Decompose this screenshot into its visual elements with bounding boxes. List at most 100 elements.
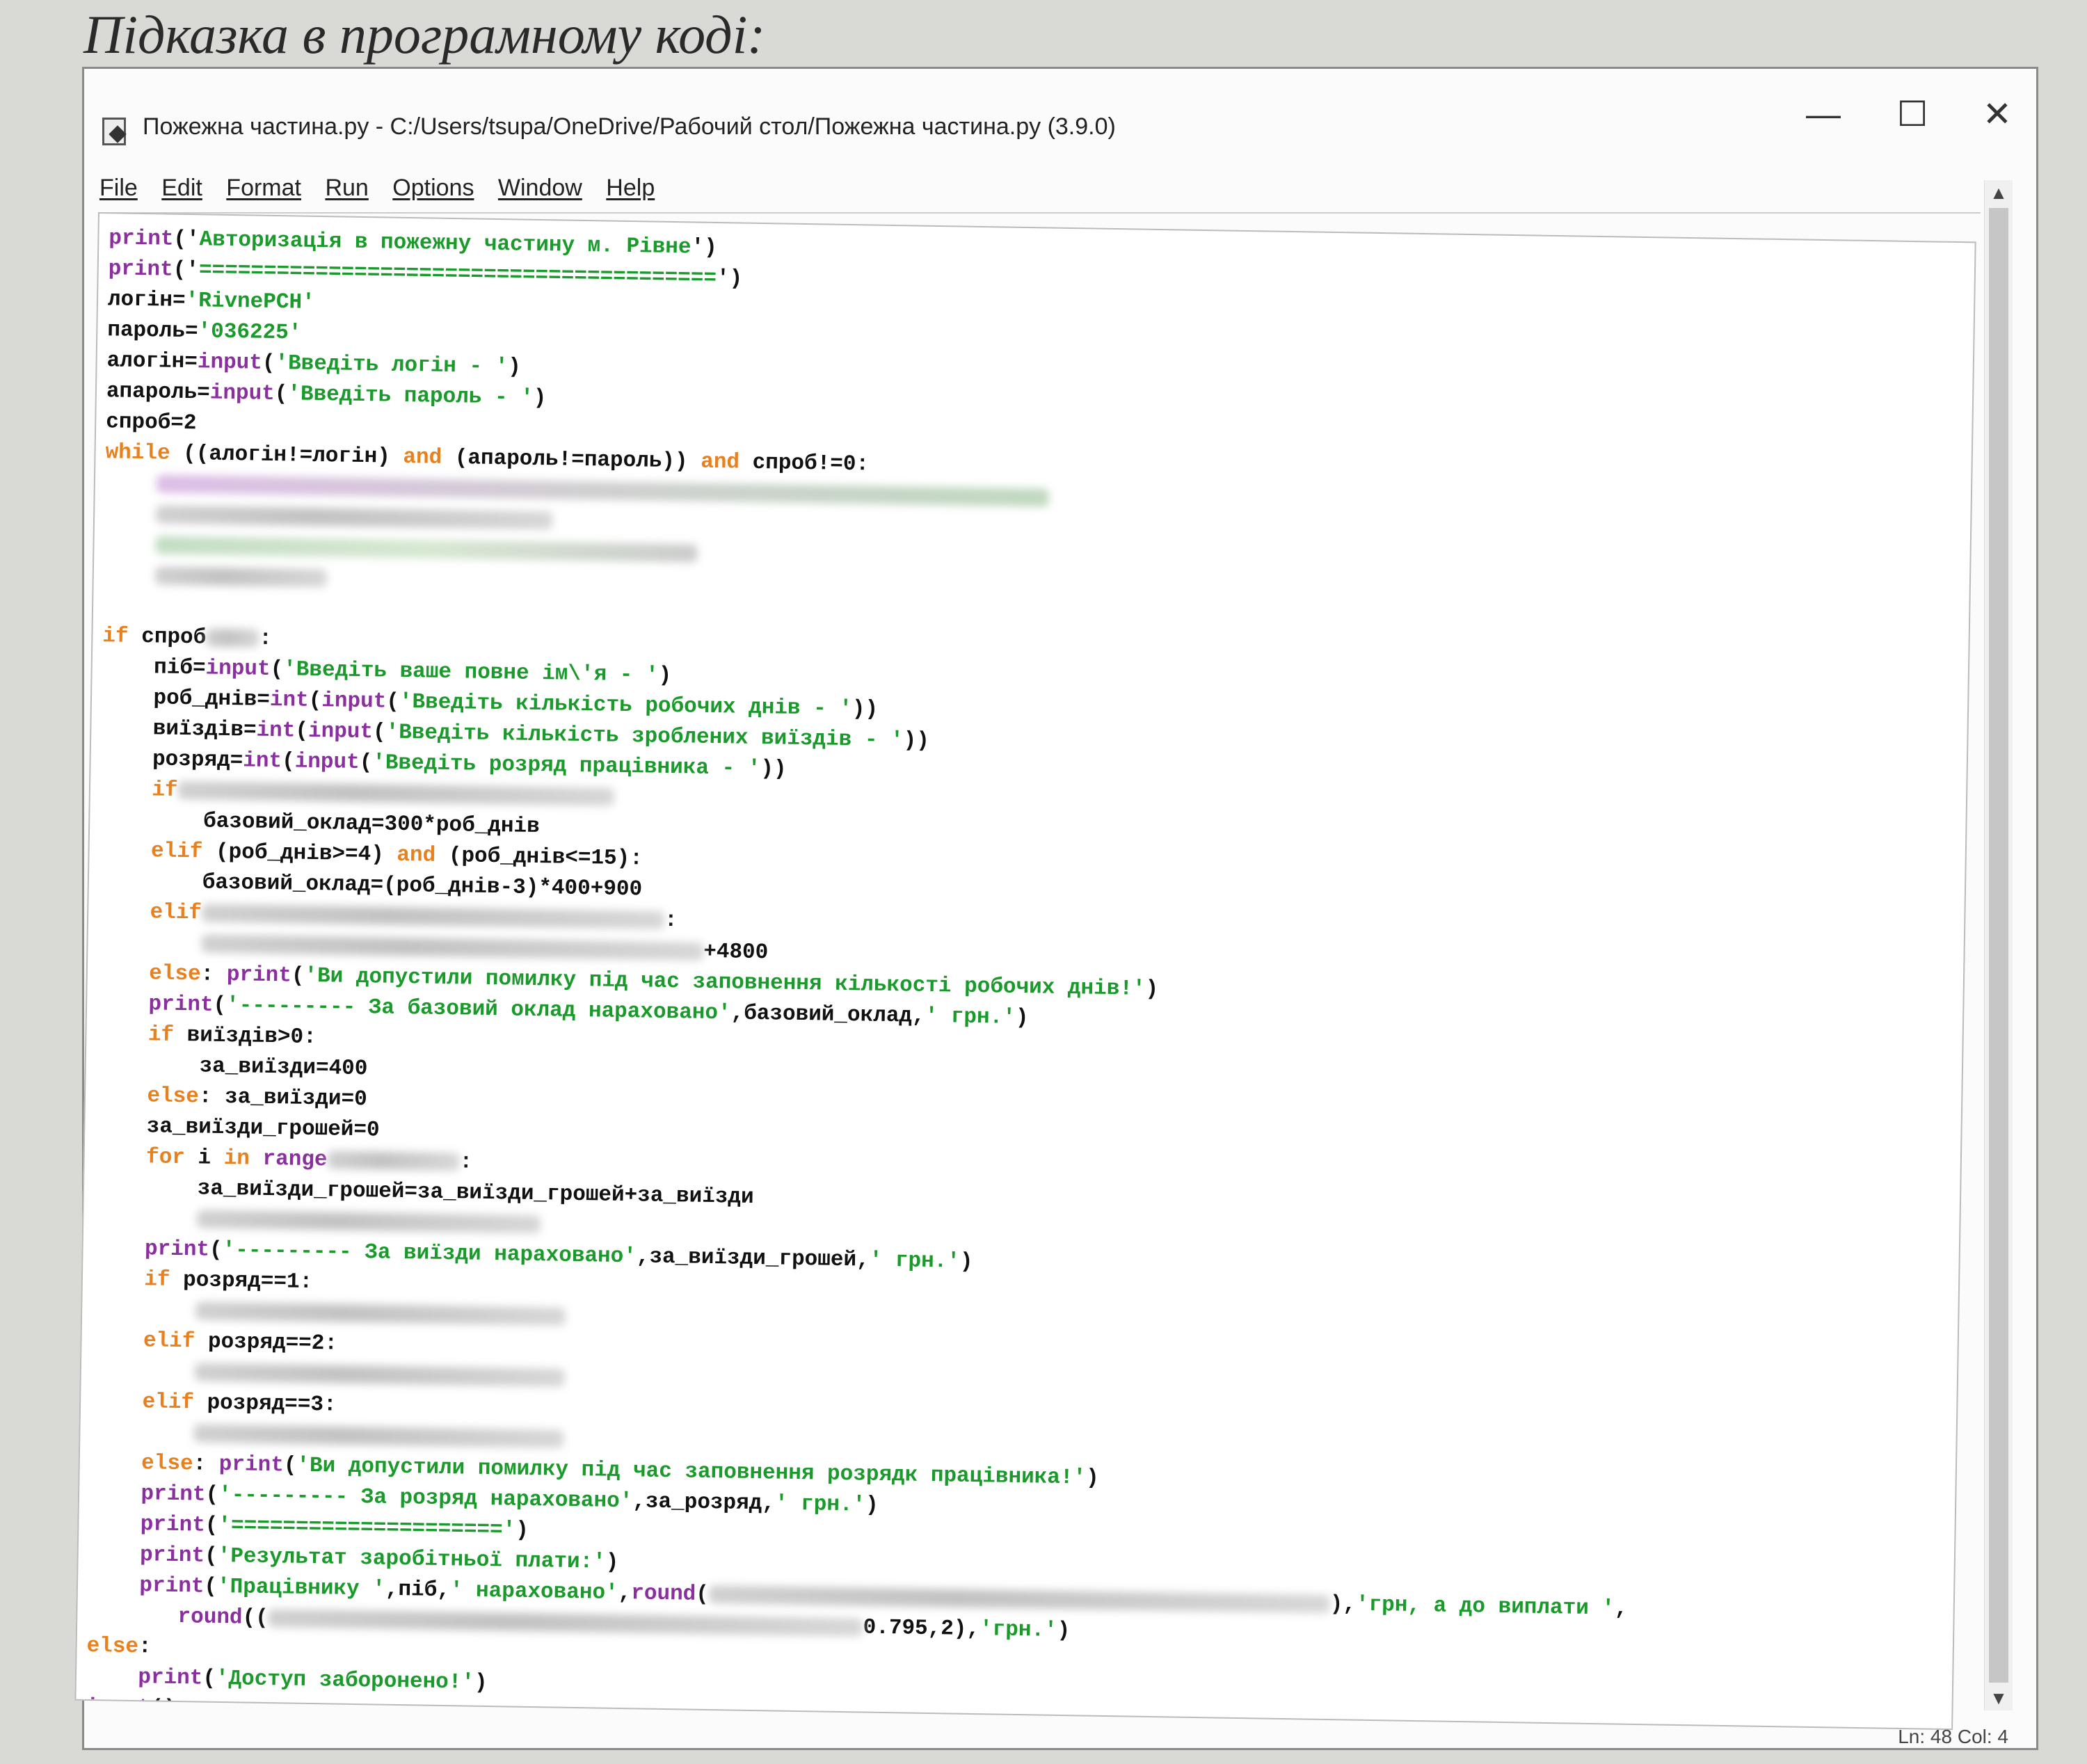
code-token: базовий_оклад=(роб_днів-3)*400+900 [202,870,643,902]
code-token: ,за_розряд, [632,1489,776,1516]
code-token: ( [372,720,386,745]
code-token: за_виїзди_грошей=0 [146,1114,380,1143]
code-token: спроб [128,624,207,650]
maximize-icon[interactable]: ☐ [1871,76,1954,152]
code-token: int [243,748,282,774]
code-token: print [226,963,292,988]
menu-bar: File Edit Format Run Options Window Help [99,163,1981,214]
code-text[interactable]: print('Авторизація в пожежну частину м. … [85,223,1974,1731]
redacted-code [196,1210,541,1233]
menu-options[interactable]: Options [392,163,474,212]
code-token: виїздів>0: [173,1023,317,1050]
redacted-code [206,628,259,648]
code-token: ,піб, [385,1577,451,1603]
code-token: print [139,1573,205,1599]
vertical-scrollbar[interactable]: ▲ ▼ [1984,180,2013,1710]
code-token: elif [150,839,203,865]
redacted-code [177,780,614,806]
code-token: '036225' [198,319,302,346]
code-token: ( [308,688,322,714]
code-token: if [147,1023,175,1048]
code-token: ( [204,1574,218,1599]
scroll-down-icon[interactable]: ▼ [1985,1685,2013,1710]
code-token: : [138,1635,152,1660]
code-token: )) [851,697,879,722]
close-icon[interactable]: ✕ [1956,76,2039,152]
scroll-thumb[interactable] [1989,208,2008,1683]
code-token: пароль= [107,318,198,344]
code-token: else [147,1084,200,1109]
code-token: if [102,624,129,649]
code-token: ((алогін!=логін) [170,441,403,470]
code-token: 'грн.' [979,1617,1057,1643]
redacted-code [194,1363,565,1387]
code-token: for [145,1145,186,1171]
code-token: (роб_днів<=15): [435,843,643,872]
code-token: логін= [107,287,186,313]
status-bar: Ln: 48 Col: 4 [1898,1726,2008,1747]
code-token: ( [202,1666,216,1691]
code-token: : [200,962,227,988]
code-token: )) [760,757,787,782]
code-token: спроб=2 [105,410,197,436]
code-token: алогін= [106,348,198,375]
menu-format[interactable]: Format [226,163,301,212]
code-token: print [108,257,173,282]
code-editor[interactable]: print('Авторизація в пожежну частину м. … [74,212,1976,1731]
code-token: ( [209,1237,223,1262]
code-token: round [177,1605,243,1630]
code-token: input [321,689,387,714]
code-token: else [86,1633,139,1660]
code-token: ( [262,351,275,376]
code-token: ( [283,1453,297,1478]
code-token: +4800 [703,939,769,965]
menu-run[interactable]: Run [325,163,368,212]
code-token: 'Введіть логін - ' [275,351,509,380]
code-token: print [138,1665,203,1691]
code-token: 'Введіть кількість зроблених виїздів - ' [385,720,904,753]
code-token: print [141,1482,206,1507]
code-token: виїздів= [152,716,257,743]
redacted-code [195,1301,566,1326]
code-token: else [141,1451,193,1477]
code-token: ) [474,1670,488,1696]
code-token: input [294,749,360,775]
redacted-code [201,934,704,961]
code-token: print [218,1452,285,1478]
code-token: ) [1015,1005,1029,1031]
code-token: 'Результат заробітньої плати:' [217,1544,607,1575]
code-token: ) [959,1249,973,1274]
menu-file[interactable]: File [99,163,138,212]
scroll-up-icon[interactable]: ▲ [1985,180,2013,205]
code-token: ( [270,657,284,682]
code-token: if [144,1267,170,1292]
code-token: 'Введіть розряд працівника - ' [372,751,761,782]
code-token: ( [205,1513,218,1538]
code-token: ( [386,689,400,714]
code-token: 'Працівнику ' [216,1574,386,1602]
code-token: if [152,778,178,803]
code-token: else [148,961,201,987]
code-token: input [197,350,263,376]
code-token: ') [716,266,743,291]
code-token: ( [359,751,373,776]
code-token: i [184,1146,224,1171]
code-token: Авторизація в пожежну частину м. Рівне [199,227,691,260]
menu-edit[interactable]: Edit [161,163,202,212]
page-heading: Підказка в програмному коді: [83,4,766,65]
minimize-icon[interactable]: — [1782,76,1865,152]
code-token: за_виїзди_грошей=за_виїзди_грошей+за_виї… [197,1176,754,1210]
text-cursor [111,1724,115,1731]
code-token: ( [205,1482,219,1507]
code-token: round [630,1581,696,1607]
menu-help[interactable]: Help [606,163,655,212]
code-token: and [700,449,740,475]
python-file-icon [102,118,126,145]
code-token: print [139,1543,205,1569]
redacted-code [327,1150,460,1171]
menu-window[interactable]: Window [498,163,582,212]
code-token: ( [281,749,295,774]
code-token: (( [242,1605,269,1631]
code-token: '=====================' [218,1513,516,1543]
code-token: print [144,1237,210,1262]
